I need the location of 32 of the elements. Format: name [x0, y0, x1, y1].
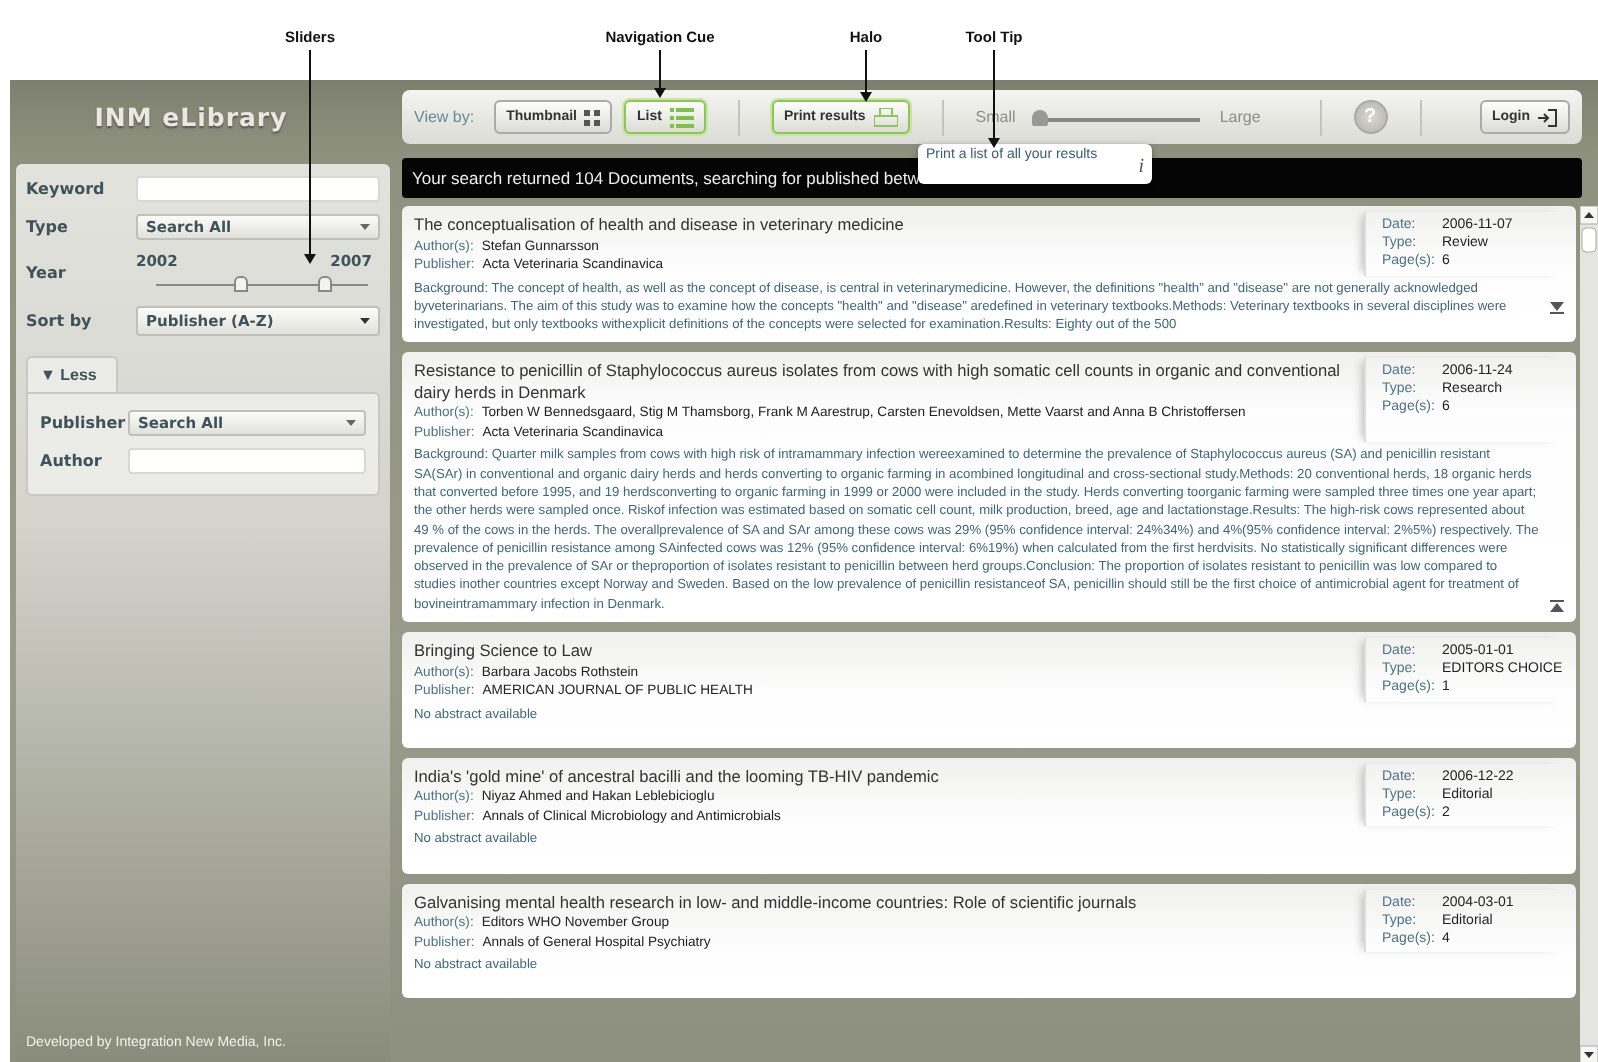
- annotation-arrow: [654, 50, 666, 98]
- year-slider[interactable]: [156, 270, 368, 294]
- size-slider[interactable]: [1035, 107, 1200, 127]
- caret-icon: [360, 318, 370, 324]
- result-title[interactable]: The conceptualisation of health and disease in veterinary medicine: [414, 214, 1352, 235]
- caret-icon: [360, 224, 370, 230]
- result-title[interactable]: Resistance to penicillin of Staphylococcus aureus isolates from cows with high somatic cell counts in organic and conventional dairy herds in Denmark: [414, 360, 1352, 403]
- info-glyph: i: [1138, 155, 1144, 177]
- collapse-icon[interactable]: [1550, 600, 1564, 613]
- expand-icon[interactable]: [1550, 302, 1564, 315]
- author-field[interactable]: [128, 448, 366, 474]
- field-label: Publisher: [40, 414, 128, 432]
- type-label: Type: [26, 218, 70, 236]
- keyword-field[interactable]: [136, 176, 380, 202]
- view-by-label: View by:: [414, 108, 475, 126]
- grid-icon: [584, 109, 601, 125]
- keyword-label: Keyword: [26, 180, 107, 198]
- year-label: Year: [26, 264, 68, 282]
- result-title[interactable]: India's 'gold mine' of ancestral bacilli and the looming TB-HIV pandemic: [414, 765, 1352, 787]
- annotation-arrow: [860, 50, 872, 102]
- list-icon: [669, 107, 694, 127]
- caret-icon: [346, 420, 356, 426]
- field-label: Author: [40, 452, 104, 470]
- sort-by-label: Sort by: [26, 312, 94, 330]
- less-tab[interactable]: ▼ Less: [26, 356, 119, 392]
- large-label: Large: [1219, 108, 1261, 126]
- scrollbar-drawing[interactable]: [1580, 206, 1598, 1062]
- result-title[interactable]: Bringing Science to Law: [414, 640, 1352, 662]
- login-icon: [1538, 107, 1558, 127]
- app-logo: INM eLibrary: [92, 99, 290, 136]
- result-title[interactable]: Galvanising mental health research in low- and middle-income countries: Role of scientific journals: [414, 891, 1352, 913]
- printer-icon: [873, 107, 898, 127]
